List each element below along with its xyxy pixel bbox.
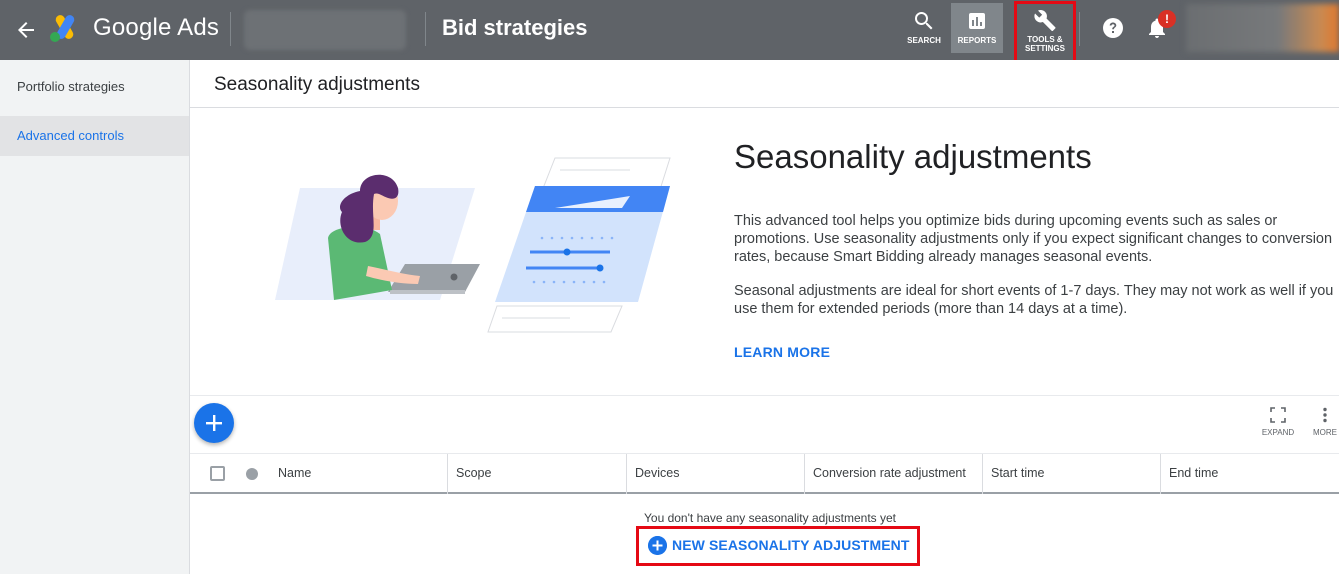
intro-card: Seasonality adjustments This advanced to…: [190, 108, 1339, 396]
plus-icon: [206, 415, 222, 431]
divider: [1079, 12, 1080, 46]
column-header-scope[interactable]: Scope: [447, 454, 626, 494]
more-button[interactable]: MORE: [1312, 407, 1338, 437]
wrench-icon: [1034, 10, 1056, 32]
expand-icon: [1270, 407, 1286, 423]
google-ads-logo-icon: [50, 15, 75, 42]
divider: [425, 12, 426, 46]
tools-settings-button[interactable]: TOOLS & SETTINGS: [1014, 3, 1076, 53]
search-label: SEARCH: [907, 36, 941, 45]
reports-icon: [969, 13, 985, 29]
sidebar-item-portfolio-strategies[interactable]: Portfolio strategies: [0, 67, 189, 107]
search-icon: [915, 12, 933, 30]
reports-button[interactable]: REPORTS: [951, 3, 1003, 53]
more-vertical-icon: [1323, 407, 1327, 423]
account-profile-avatar[interactable]: [1186, 4, 1339, 52]
add-circle-icon: [648, 535, 667, 555]
reports-label: REPORTS: [957, 36, 997, 45]
column-header-name[interactable]: Name: [270, 454, 447, 494]
page-title: Bid strategies: [442, 15, 588, 40]
column-header-devices[interactable]: Devices: [626, 454, 804, 494]
sidebar: Portfolio strategies Advanced controls: [0, 60, 190, 574]
search-button[interactable]: SEARCH: [902, 3, 946, 53]
status-dot-icon: [246, 468, 258, 480]
column-header-conversion-rate-adjustment[interactable]: Conversion rate adjustment: [804, 454, 982, 494]
notification-badge: !: [1158, 10, 1176, 28]
tools-label-line2: SETTINGS: [1024, 44, 1065, 53]
brand-name: Google Ads: [93, 14, 220, 41]
help-icon[interactable]: [1101, 16, 1125, 40]
add-button[interactable]: [194, 403, 234, 443]
new-seasonality-adjustment-label: NEW SEASONALITY ADJUSTMENT: [672, 537, 910, 553]
more-label: MORE: [1313, 428, 1337, 437]
section-title: Seasonality adjustments: [214, 74, 420, 95]
hero-title: Seasonality adjustments: [734, 138, 1092, 175]
tools-label-line1: TOOLS &: [1027, 35, 1063, 44]
learn-more-link[interactable]: LEARN MORE: [734, 344, 830, 360]
divider: [230, 12, 231, 46]
expand-button[interactable]: EXPAND: [1260, 407, 1296, 437]
top-bar: Google Ads Bid strategies SEARCH REPORTS…: [0, 0, 1339, 60]
account-selector[interactable]: [244, 10, 406, 50]
back-arrow-icon[interactable]: [14, 18, 38, 42]
table-header: Name Scope Devices Conversion rate adjus…: [190, 453, 1339, 494]
column-header-end-time[interactable]: End time: [1160, 454, 1339, 494]
new-seasonality-adjustment-button[interactable]: NEW SEASONALITY ADJUSTMENT: [648, 535, 910, 555]
sidebar-item-advanced-controls[interactable]: Advanced controls: [0, 116, 189, 156]
main-header: Seasonality adjustments: [190, 60, 1339, 108]
select-all-checkbox[interactable]: [210, 466, 225, 481]
column-header-start-time[interactable]: Start time: [982, 454, 1160, 494]
seasonality-illustration: [275, 157, 671, 333]
expand-label: EXPAND: [1261, 428, 1295, 437]
hero-note: Seasonal adjustments are ideal for short…: [734, 283, 1334, 317]
empty-state-message: You don't have any seasonality adjustmen…: [644, 511, 897, 525]
hero-description: This advanced tool helps you optimize bi…: [734, 213, 1333, 265]
